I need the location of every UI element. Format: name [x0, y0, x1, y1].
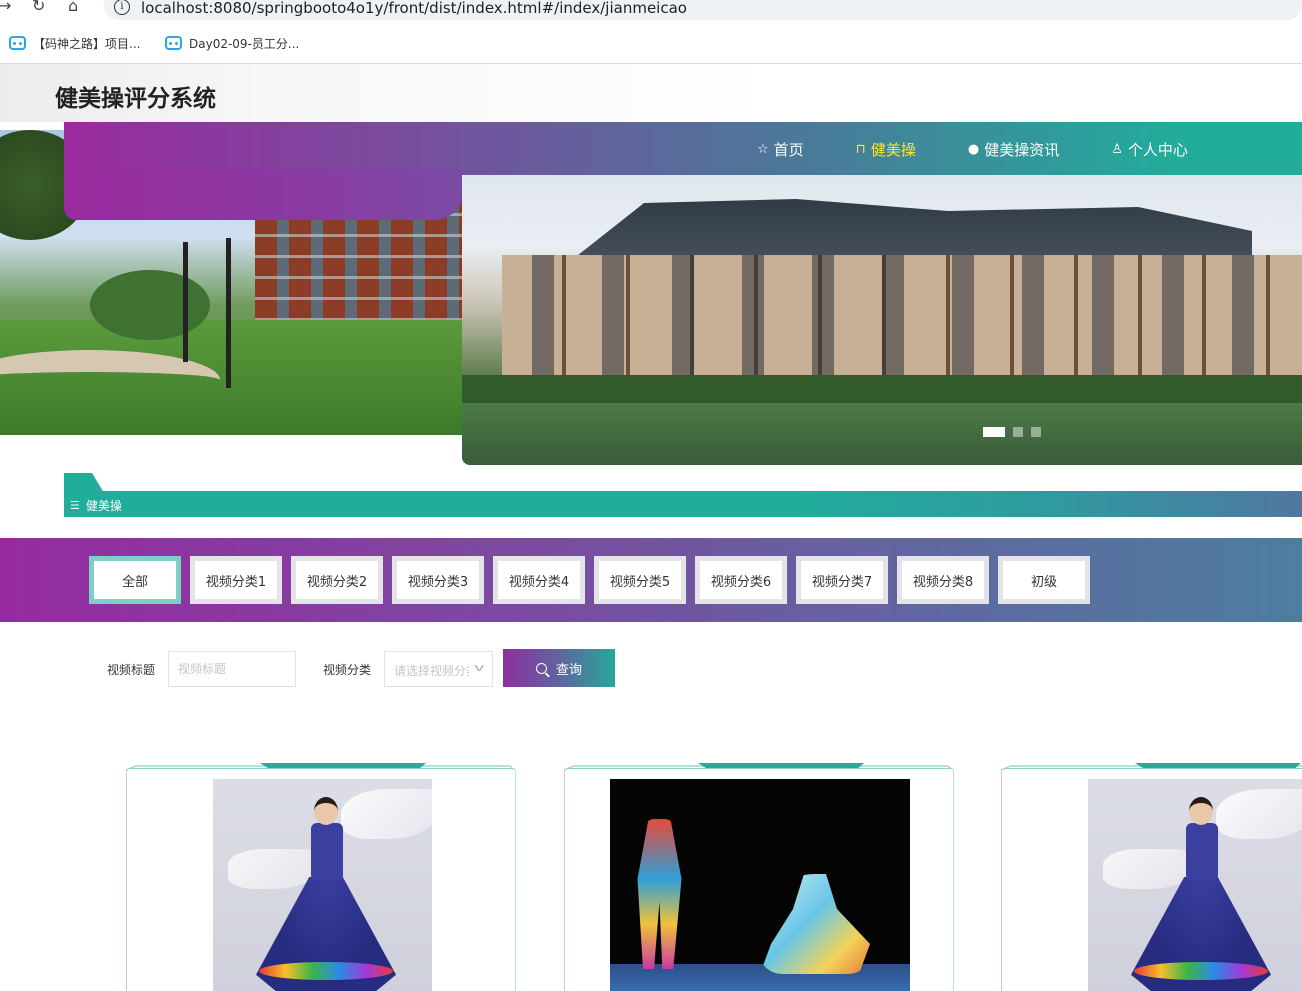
bookmark-label: Day02-09-员工分...: [189, 36, 300, 51]
bookmark-item[interactable]: 【码神之路】项目...: [9, 34, 140, 52]
section-label: 健美操: [85, 499, 122, 513]
banner-carousel[interactable]: [462, 175, 1302, 465]
url-field[interactable]: i localhost:8080/springbooto4o1y/front/d…: [104, 0, 1302, 20]
video-thumbnail[interactable]: [610, 779, 910, 991]
bilibili-icon: [9, 36, 26, 50]
nav-bar-tab: [64, 170, 464, 220]
site-header: 健美操评分系统: [0, 64, 1302, 122]
category-button[interactable]: 全部: [89, 556, 181, 604]
bookmarks-bar: 【码神之路】项目... Day02-09-员工分...: [0, 22, 1302, 64]
reload-icon[interactable]: ↻: [32, 0, 45, 15]
nav-label: 首页: [773, 140, 804, 159]
category-button[interactable]: 视频分类5: [594, 556, 686, 604]
video-card[interactable]: [564, 760, 954, 991]
bookmark-label: 【码神之路】项目...: [33, 36, 141, 51]
video-thumbnail[interactable]: [213, 779, 432, 991]
category-button-label: 视频分类6: [700, 561, 782, 599]
video-card[interactable]: [126, 760, 516, 991]
title-label: 视频标题: [107, 663, 156, 677]
browser-address-bar: → ↻ ⌂ i localhost:8080/springbooto4o1y/f…: [0, 0, 1302, 22]
bilibili-icon: [165, 36, 182, 50]
search-button-label: 查询: [555, 662, 582, 678]
site-title[interactable]: 健美操评分系统: [55, 79, 216, 113]
nav-item-aerobics[interactable]: ⊓ 健美操: [856, 138, 916, 160]
category-button-label: 初级: [1003, 561, 1085, 599]
title-search-input[interactable]: [168, 651, 296, 687]
carousel-indicators: [983, 427, 1041, 437]
url-text[interactable]: localhost:8080/springbooto4o1y/front/dis…: [141, 0, 687, 17]
category-select-placeholder: 请选择视频分类: [394, 664, 469, 678]
video-thumbnail[interactable]: [1088, 779, 1302, 991]
main-nav: ☆ 首页 ⊓ 健美操 ● 健美操资讯 ♙ 个人中心: [757, 138, 1240, 160]
bag-icon: ⊓: [855, 141, 866, 157]
carousel-dot[interactable]: [1031, 427, 1041, 437]
category-button-label: 视频分类8: [902, 561, 984, 599]
nav-item-home[interactable]: ☆ 首页: [757, 138, 804, 160]
video-card[interactable]: [1001, 760, 1302, 991]
category-button[interactable]: 视频分类8: [897, 556, 989, 604]
category-button[interactable]: 视频分类3: [392, 556, 484, 604]
nav-label: 健美操: [870, 140, 916, 159]
menu-icon: ☰: [70, 499, 80, 512]
category-button[interactable]: 视频分类6: [695, 556, 787, 604]
nav-label: 健美操资讯: [984, 140, 1060, 159]
nav-item-profile[interactable]: ♙ 个人中心: [1111, 138, 1188, 160]
section-title: ☰ 健美操: [70, 497, 122, 514]
category-button[interactable]: 视频分类7: [796, 556, 888, 604]
search-icon: [535, 662, 547, 674]
bookmark-item[interactable]: Day02-09-员工分...: [165, 34, 299, 52]
forward-icon[interactable]: →: [0, 0, 11, 15]
nav-label: 个人中心: [1127, 140, 1188, 159]
category-select[interactable]: 请选择视频分类 v: [384, 651, 493, 687]
star-icon: ☆: [757, 141, 769, 157]
site-info-icon[interactable]: i: [114, 0, 130, 15]
home-icon[interactable]: ⌂: [68, 0, 78, 15]
category-button-label: 视频分类3: [397, 561, 479, 599]
category-button-label: 视频分类5: [599, 561, 681, 599]
category-button-label: 全部: [94, 561, 176, 599]
category-button[interactable]: 视频分类4: [493, 556, 585, 604]
info-icon: ●: [967, 141, 980, 157]
nav-item-news[interactable]: ● 健美操资讯: [968, 138, 1059, 160]
category-label: 视频分类: [323, 663, 372, 677]
category-button-label: 视频分类2: [296, 561, 378, 599]
chevron-down-icon: v: [474, 661, 485, 674]
category-button-label: 视频分类4: [498, 561, 580, 599]
search-button[interactable]: 查询: [503, 649, 615, 687]
category-button[interactable]: 初级: [998, 556, 1090, 604]
carousel-dot[interactable]: [983, 427, 1005, 437]
section-header: [64, 491, 1302, 517]
page: → ↻ ⌂ i localhost:8080/springbooto4o1y/f…: [0, 0, 1302, 991]
category-button-label: 视频分类7: [801, 561, 883, 599]
category-button-label: 视频分类1: [195, 561, 277, 599]
carousel-dot[interactable]: [1013, 427, 1023, 437]
category-button[interactable]: 视频分类1: [190, 556, 282, 604]
user-icon: ♙: [1111, 141, 1123, 157]
category-list: 全部 视频分类1 视频分类2 视频分类3 视频分类4 视频分类5 视频分类6 视频分类7 视频分…: [89, 556, 1090, 604]
category-button[interactable]: 视频分类2: [291, 556, 383, 604]
